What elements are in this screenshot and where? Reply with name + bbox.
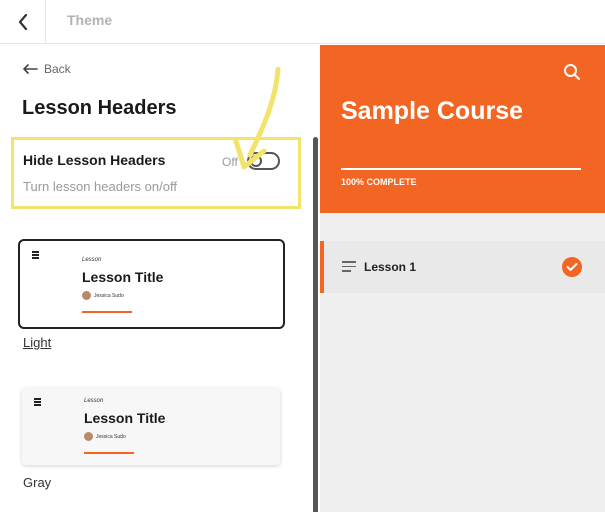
lesson-complete-icon <box>562 257 582 277</box>
course-title: Sample Course <box>341 97 524 125</box>
settings-panel: Back Lesson Headers Hide Lesson Headers … <box>0 45 320 512</box>
author-name: Jessica Sudo <box>94 292 124 299</box>
toggle-knob <box>250 155 262 167</box>
lesson-label: Lesson 1 <box>364 260 417 274</box>
search-icon <box>564 64 580 80</box>
setting-label: Hide Lesson Headers <box>23 152 166 168</box>
preview-progress-bar <box>84 452 134 454</box>
style-option-light[interactable]: Lesson Lesson Title Jessica Sudo <box>18 239 285 329</box>
hide-lesson-headers-toggle[interactable] <box>247 152 280 170</box>
preview-kicker: Lesson <box>82 257 102 263</box>
style-name-gray[interactable]: Gray <box>23 475 51 490</box>
back-chevron-button[interactable] <box>0 0 46 44</box>
preview-progress-bar <box>82 311 132 313</box>
back-label: Back <box>44 62 71 76</box>
author-name: Jessica Sudo <box>96 433 126 440</box>
back-link[interactable]: Back <box>22 62 71 76</box>
style-option-gray[interactable]: Lesson Lesson Title Jessica Sudo <box>22 388 280 465</box>
arrow-left-icon <box>23 64 38 74</box>
hide-lesson-headers-setting: Hide Lesson Headers Off Turn lesson head… <box>11 137 301 209</box>
preview-author: Jessica Sudo <box>82 291 124 300</box>
lesson-row[interactable]: Lesson 1 <box>320 241 605 293</box>
menu-icon <box>34 398 41 407</box>
lesson-text-icon <box>342 261 356 275</box>
top-bar: Theme <box>0 0 605 44</box>
chevron-left-icon <box>18 14 27 30</box>
course-progress-text: 100% COMPLETE <box>341 177 417 187</box>
section-title: Lesson Headers <box>22 97 177 119</box>
setting-description: Turn lesson headers on/off <box>23 179 177 194</box>
preview-title: Lesson Title <box>84 410 166 426</box>
course-progress-bar <box>341 168 581 170</box>
menu-icon <box>32 251 39 260</box>
course-preview: Sample Course 100% COMPLETE Lesson 1 <box>320 45 605 512</box>
preview-kicker: Lesson <box>84 398 104 404</box>
preview-title: Lesson Title <box>82 269 164 285</box>
preview-author: Jessica Sudo <box>84 432 126 441</box>
lesson-active-indicator <box>320 241 324 293</box>
scrollbar[interactable] <box>313 137 318 512</box>
toggle-state-label: Off <box>222 155 238 169</box>
course-hero: Sample Course 100% COMPLETE <box>320 45 605 213</box>
style-name-light[interactable]: Light <box>23 335 51 350</box>
search-button[interactable] <box>563 63 581 81</box>
avatar <box>84 432 93 441</box>
page-title: Theme <box>67 12 113 28</box>
avatar <box>82 291 91 300</box>
